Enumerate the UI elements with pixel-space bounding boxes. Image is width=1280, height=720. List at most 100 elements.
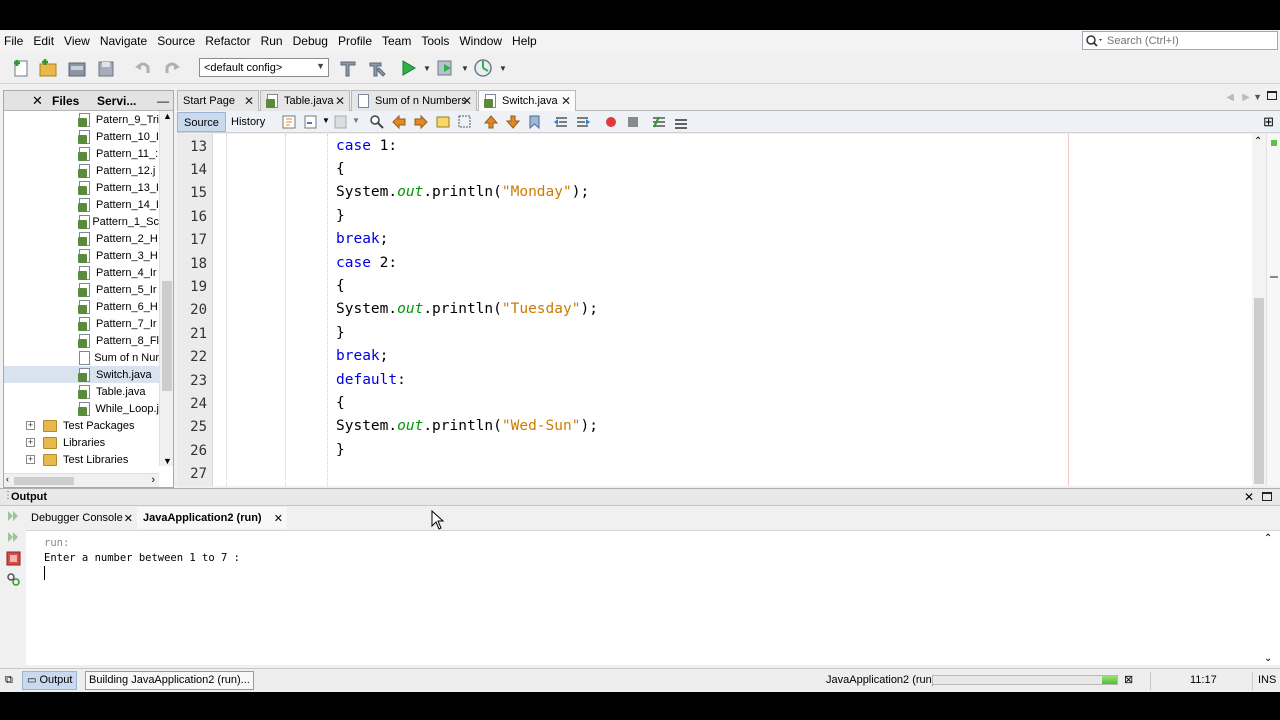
new-file-icon[interactable]: [10, 57, 32, 79]
next-bookmark-icon[interactable]: [505, 114, 521, 130]
tree-item[interactable]: Table.java: [4, 383, 159, 400]
menu-navigate[interactable]: Navigate: [95, 30, 152, 52]
tree-item[interactable]: Pattern_3_H: [4, 247, 159, 264]
scroll-right-icon[interactable]: ›: [151, 474, 155, 486]
settings-icon[interactable]: [6, 572, 21, 587]
menu-file[interactable]: File: [0, 30, 28, 52]
last-edit-icon[interactable]: [281, 114, 297, 130]
run-icon[interactable]: [397, 57, 419, 79]
expand-icon[interactable]: +: [26, 421, 35, 430]
close-icon[interactable]: ✕: [244, 94, 254, 108]
running-task[interactable]: JavaApplication2 (run): [826, 669, 935, 692]
minimize-icon[interactable]: —: [157, 91, 169, 111]
menu-edit[interactable]: Edit: [28, 30, 59, 52]
menu-debug[interactable]: Debug: [288, 30, 333, 52]
back-icon[interactable]: [303, 114, 319, 130]
tab-sum-of-n-numbers[interactable]: Sum of n Numbers ✕: [351, 90, 477, 111]
close-icon[interactable]: ✕: [462, 94, 472, 108]
toggle-bookmark-icon[interactable]: [527, 114, 543, 130]
previous-bookmark-icon[interactable]: [483, 114, 499, 130]
menu-view[interactable]: View: [59, 30, 95, 52]
tree-item[interactable]: Pattern_12.j: [4, 162, 159, 179]
rerun-icon[interactable]: [6, 509, 21, 524]
new-project-icon[interactable]: [37, 57, 59, 79]
tree-item[interactable]: Pattern_14_I: [4, 196, 159, 213]
rerun-with-params-icon[interactable]: [6, 530, 21, 545]
tree-horizontal-scrollbar[interactable]: ‹ ›: [4, 473, 159, 487]
open-project-icon[interactable]: [66, 57, 88, 79]
tab-files[interactable]: Files: [52, 91, 79, 111]
tab-services[interactable]: Servi...: [97, 91, 136, 111]
menu-run[interactable]: Run: [256, 30, 288, 52]
tree-item[interactable]: Pattern_8_Fl: [4, 332, 159, 349]
tree-item[interactable]: Patern_9_Tri: [4, 111, 159, 128]
tree-item[interactable]: Pattern_1_Sc: [4, 213, 159, 230]
split-editor-icon[interactable]: ⊞: [1263, 114, 1274, 130]
tree-item[interactable]: Pattern_5_Ir: [4, 281, 159, 298]
tree-folder[interactable]: + Libraries: [4, 434, 159, 451]
tree-item[interactable]: Pattern_13_I: [4, 179, 159, 196]
menu-refactor[interactable]: Refactor: [200, 30, 255, 52]
tree-vertical-scrollbar[interactable]: ▲ ▼: [159, 111, 173, 466]
tree-scroll-thumb[interactable]: [162, 281, 172, 391]
close-icon[interactable]: ✕: [124, 512, 133, 525]
restore-window-icon[interactable]: ⧉: [5, 669, 13, 692]
build-status[interactable]: Building JavaApplication2 (run)...: [85, 671, 254, 690]
tab-list-icon[interactable]: ▼: [1253, 92, 1262, 102]
scroll-tabs-right-icon[interactable]: ▶: [1242, 92, 1250, 103]
run-dropdown-icon[interactable]: ▼: [423, 64, 431, 73]
forward-icon[interactable]: [333, 114, 349, 130]
tree-folder[interactable]: + Test Libraries: [4, 451, 159, 466]
find-icon[interactable]: [369, 114, 385, 130]
scroll-left-icon[interactable]: ‹: [6, 474, 9, 484]
output-console[interactable]: run: Enter a number between 1 to 7 : ⌃ ⌄: [26, 530, 1280, 665]
tree-item[interactable]: While_Loop.j: [4, 400, 159, 417]
restore-icon[interactable]: [1262, 492, 1272, 501]
tree-item[interactable]: Switch.java: [4, 366, 159, 383]
close-icon[interactable]: ✕: [561, 94, 571, 108]
back-dropdown-icon[interactable]: ▼: [322, 116, 330, 125]
tree-folder[interactable]: + Test Packages: [4, 417, 159, 434]
config-select[interactable]: <default config> ▼: [199, 58, 329, 77]
forward-dropdown-icon[interactable]: ▼: [352, 116, 360, 125]
scroll-up-icon[interactable]: ⌃: [1254, 136, 1262, 147]
save-all-icon[interactable]: [95, 57, 117, 79]
tree-item[interactable]: Pattern_2_H: [4, 230, 159, 247]
editor-vertical-scrollbar[interactable]: ⌃: [1252, 134, 1266, 486]
tree-item[interactable]: Pattern_10_I: [4, 128, 159, 145]
debug-icon[interactable]: [434, 57, 456, 79]
tab-switch-java[interactable]: Switch.java ✕: [478, 90, 576, 111]
tab-debugger-console[interactable]: Debugger Console ✕: [26, 507, 136, 529]
code-editor[interactable]: 13 14 15 16 17 18 19 20 21 22 23 24 25 26 27 case 1: {…: [177, 134, 1280, 486]
tab-start-page[interactable]: Start Page ✕: [177, 90, 259, 111]
tree-item[interactable]: Sum of n Nur: [4, 349, 159, 366]
menu-profile[interactable]: Profile: [333, 30, 377, 52]
error-stripe[interactable]: [1266, 134, 1280, 486]
shift-right-icon[interactable]: [575, 114, 591, 130]
tree-item[interactable]: Pattern_4_Ir: [4, 264, 159, 281]
close-icon[interactable]: ✕: [335, 94, 345, 108]
tab-history[interactable]: History: [225, 112, 271, 132]
profile-icon[interactable]: [472, 57, 494, 79]
tree-item[interactable]: Pattern_7_Ir: [4, 315, 159, 332]
shift-left-icon[interactable]: [553, 114, 569, 130]
maximize-icon[interactable]: [1267, 91, 1277, 100]
undo-icon[interactable]: [132, 57, 154, 79]
close-icon[interactable]: ✕: [274, 512, 283, 525]
menu-help[interactable]: Help: [507, 30, 542, 52]
cancel-task-icon[interactable]: ⊠: [1124, 669, 1133, 692]
close-icon[interactable]: ✕: [32, 91, 43, 111]
profile-dropdown-icon[interactable]: ▼: [499, 64, 507, 73]
search-input[interactable]: [1107, 34, 1267, 47]
scroll-down-icon[interactable]: ▼: [163, 456, 172, 466]
clean-build-icon[interactable]: [337, 57, 359, 79]
tab-table-java[interactable]: Table.java ✕: [260, 90, 350, 111]
find-previous-icon[interactable]: [391, 114, 407, 130]
stop-macro-icon[interactable]: [625, 114, 641, 130]
tree-item[interactable]: Pattern_6_H: [4, 298, 159, 315]
search-box[interactable]: [1082, 31, 1278, 50]
menu-team[interactable]: Team: [377, 30, 416, 52]
redo-icon[interactable]: [161, 57, 183, 79]
rectangular-selection-icon[interactable]: [457, 114, 473, 130]
output-minimized-button[interactable]: ▭ Output: [22, 671, 78, 690]
